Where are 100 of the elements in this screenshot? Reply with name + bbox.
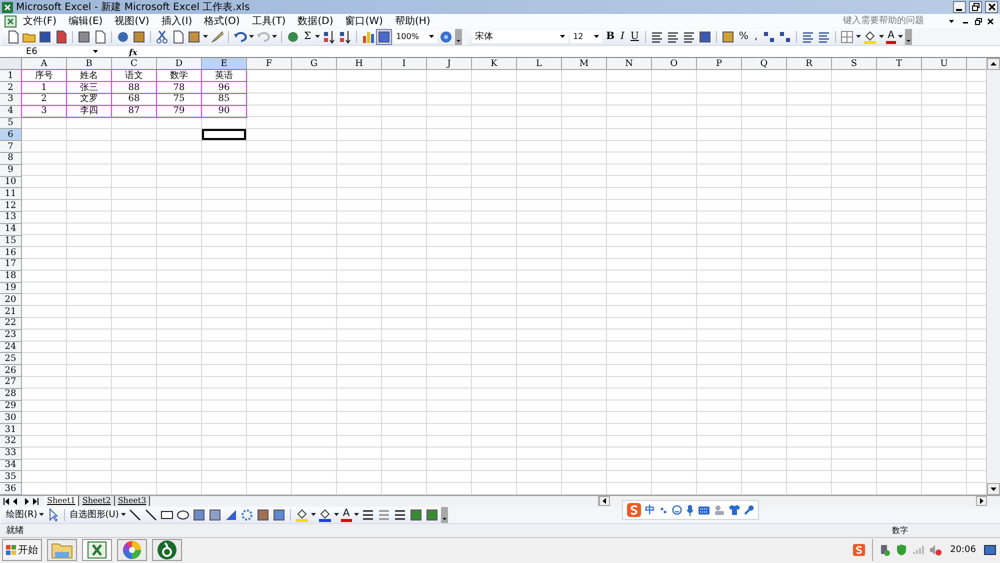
menu-item[interactable]: 帮助(H) [388,14,436,28]
caret-icon[interactable] [310,513,316,516]
column-header[interactable]: Q [742,58,787,70]
row-header[interactable]: 33 [0,448,22,460]
row-header[interactable]: 22 [0,318,22,330]
row-header[interactable]: 19 [0,282,22,294]
cut-icon[interactable] [155,30,169,44]
new-document-icon[interactable] [6,30,20,44]
row-header[interactable]: 25 [0,353,22,366]
menu-item[interactable]: 数据(D) [292,14,340,28]
row-header[interactable]: 14 [0,224,22,236]
row-header[interactable]: 18 [0,270,22,283]
underline-button[interactable]: U [628,30,641,44]
shirt-icon[interactable] [729,505,740,515]
volume-muted-icon[interactable] [929,544,942,556]
emoji-icon[interactable] [672,505,682,515]
column-header[interactable]: G [292,58,337,70]
font-dropdown[interactable]: 宋体 [472,30,568,43]
scroll-left-icon[interactable] [599,496,610,506]
row-header[interactable]: 23 [0,330,22,342]
row-header[interactable]: 35 [0,471,22,484]
sheet-tab[interactable]: Sheet1 [44,496,80,506]
row-header[interactable]: 10 [0,176,22,188]
column-header[interactable]: H [337,58,382,70]
line-color-icon[interactable] [318,508,332,522]
column-header[interactable]: N [607,58,652,70]
row-header[interactable]: 5 [0,118,22,130]
chart-icon[interactable] [361,30,376,44]
menu-item[interactable]: 插入(I) [155,14,198,28]
column-header[interactable]: S [832,58,877,70]
row-header[interactable]: 21 [0,306,22,318]
column-header[interactable]: J [427,58,472,70]
oval-icon[interactable] [176,508,190,522]
column-header[interactable]: O [652,58,697,70]
caret-icon[interactable] [856,35,861,38]
dropdown-arrow-icon[interactable] [949,20,954,23]
row-header[interactable]: 30 [0,412,22,424]
scroll-down-icon[interactable] [987,483,1000,496]
active-cell[interactable] [202,129,247,142]
row-header[interactable]: 28 [0,388,22,401]
caret-icon[interactable] [315,35,320,38]
select-all-button[interactable] [0,58,22,70]
excel-icon[interactable] [4,14,17,28]
row-header[interactable]: 7 [0,141,22,153]
restore-button[interactable] [972,15,984,28]
caret-icon[interactable] [272,35,277,38]
keyboard-icon[interactable] [698,506,710,514]
caret-icon[interactable] [334,513,339,516]
row-header[interactable]: 26 [0,365,22,378]
scroll-up-icon[interactable] [987,58,1000,70]
ime-icon[interactable] [853,544,866,556]
start-button[interactable]: 开始 [2,539,42,562]
column-header[interactable]: L [517,58,562,70]
insert-function-button[interactable]: fx [129,46,138,57]
minimize-button[interactable] [953,1,966,13]
fill-color-icon[interactable] [862,30,877,44]
row-header[interactable]: 8 [0,152,22,165]
caret-icon[interactable] [39,513,44,516]
column-header[interactable]: C [112,58,157,70]
restore-button[interactable] [969,1,982,13]
row-header[interactable]: 9 [0,164,22,177]
row-header[interactable]: 32 [0,436,22,448]
caret-icon[interactable] [878,35,884,38]
column-header[interactable]: M [562,58,607,70]
column-header[interactable]: R [787,58,832,70]
network-icon[interactable] [879,544,892,556]
vertical-scrollbar[interactable] [986,58,1000,496]
menu-item[interactable]: 编辑(E) [62,14,109,28]
sort-descending-icon[interactable] [338,30,352,44]
toolbar-options-icon[interactable] [905,28,912,45]
line-style-icon[interactable] [360,508,375,522]
comma-button[interactable]: , [752,30,760,44]
row-header[interactable]: 36 [0,483,22,496]
show-desktop-icon[interactable] [984,545,996,556]
font-size-dropdown[interactable]: 12 [570,30,602,43]
toolbar-options-icon[interactable] [455,28,462,45]
sheet-tab[interactable]: Sheet2 [79,496,115,506]
menu-item[interactable]: 窗口(W) [339,14,389,28]
caret-icon[interactable] [249,35,254,38]
toolbar-options-icon[interactable] [440,506,448,523]
menu-item[interactable]: 视图(V) [108,14,156,28]
row-header[interactable]: 27 [0,377,22,389]
increase-indent-icon[interactable] [816,30,831,44]
zoom-dropdown[interactable]: 100% [393,30,438,43]
column-header[interactable]: K [472,58,517,70]
column-header[interactable]: A [22,58,67,70]
microphone-icon[interactable] [686,504,694,516]
close-button[interactable] [985,1,998,13]
shield-icon[interactable] [896,544,908,556]
caret-icon[interactable] [203,35,208,38]
sort-ascending-icon[interactable] [322,30,336,44]
scroll-right-icon[interactable] [976,496,987,506]
undo-icon[interactable] [233,30,247,44]
name-box[interactable]: E6 [0,46,101,58]
caret-icon[interactable] [120,513,126,516]
column-header[interactable]: F [247,58,292,70]
row-header[interactable]: 2 [0,82,22,94]
ime-logo-icon[interactable] [627,503,641,517]
row-header[interactable]: 13 [0,212,22,224]
caret-icon[interactable] [898,35,904,38]
